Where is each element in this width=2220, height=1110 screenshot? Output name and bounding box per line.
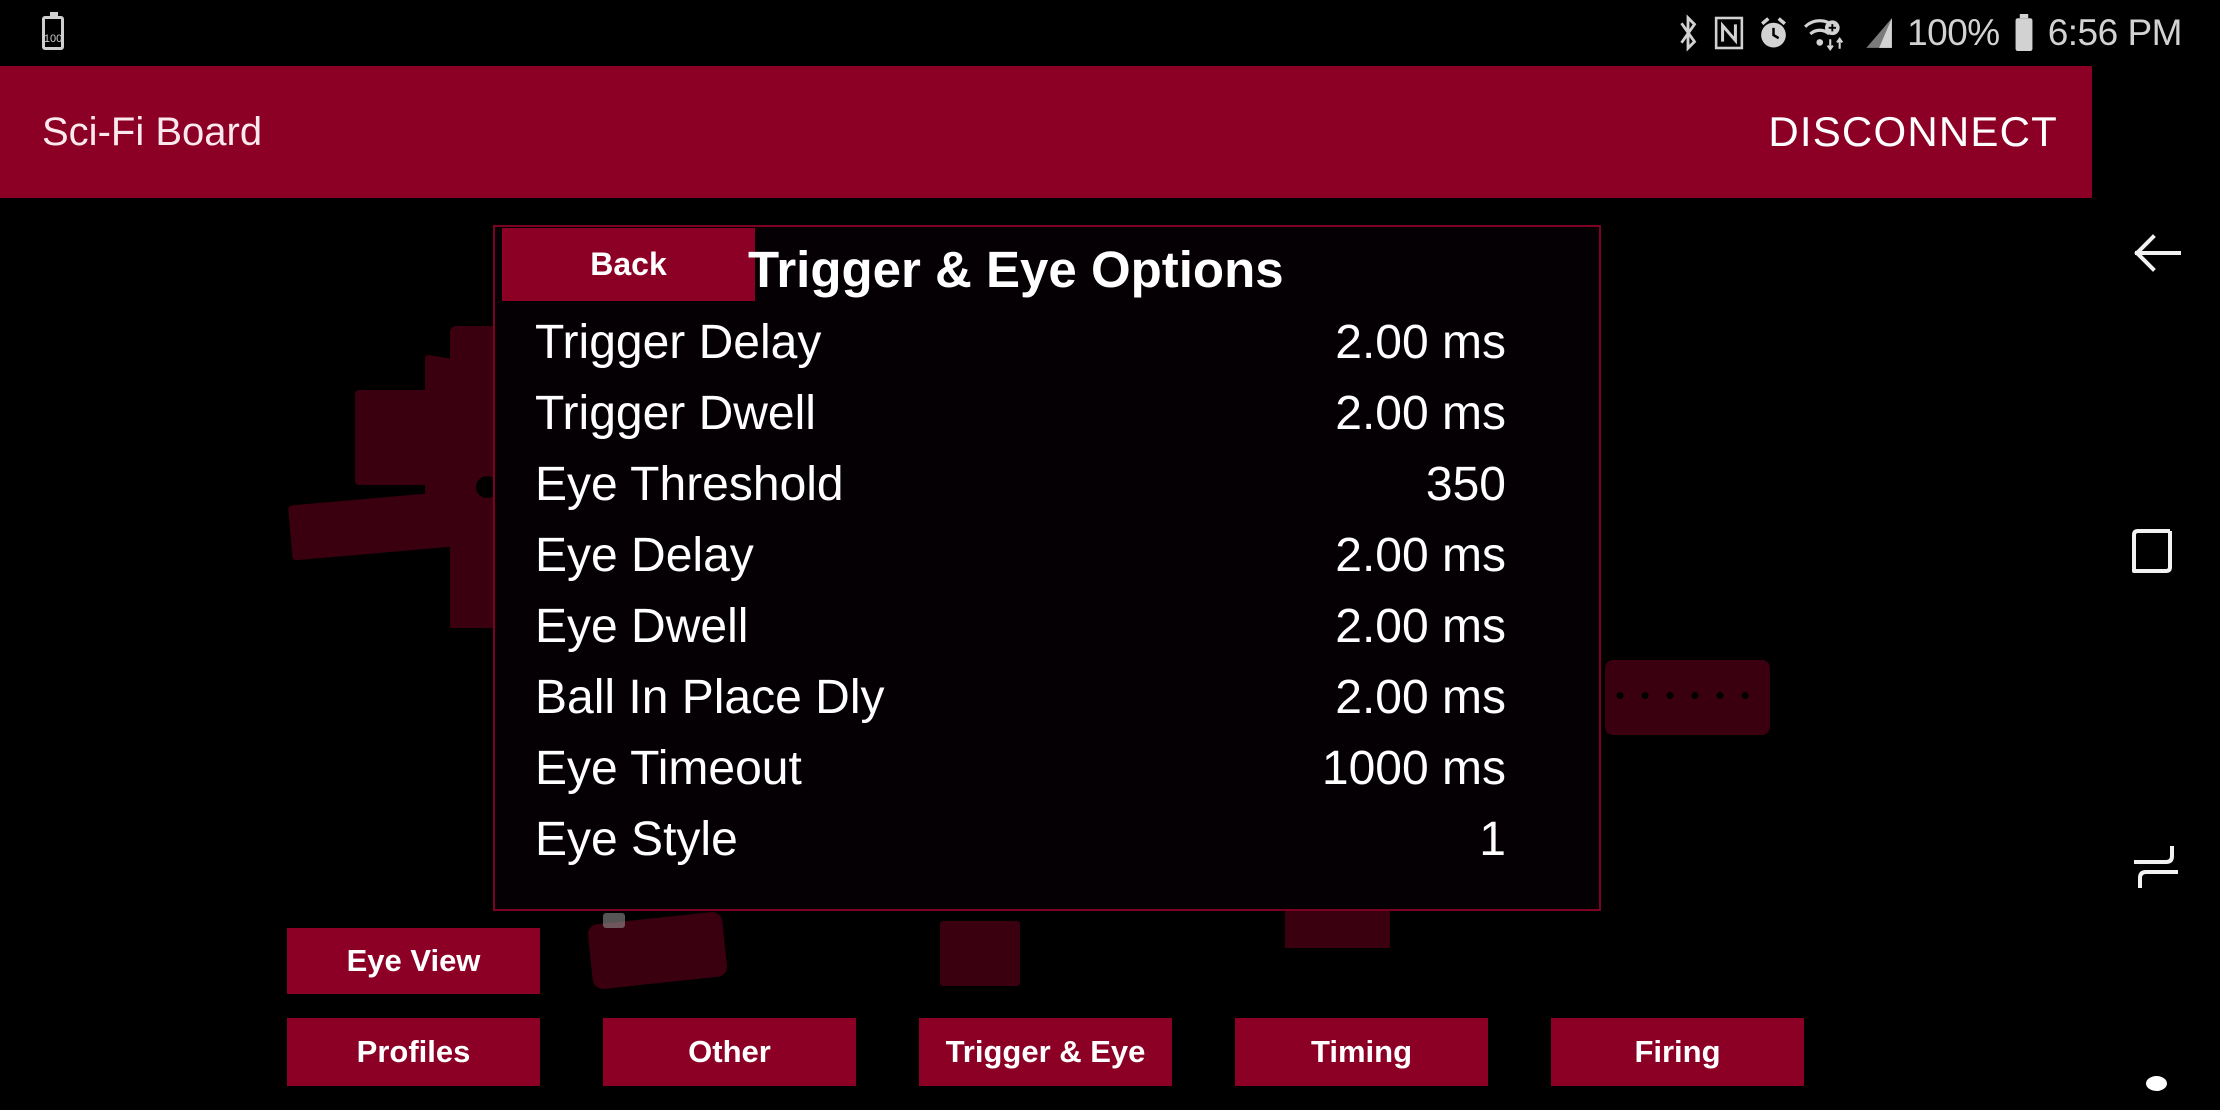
setting-label: Eye Dwell — [535, 600, 749, 653]
eye-view-button[interactable]: Eye View — [287, 928, 540, 994]
setting-label: Eye Style — [535, 813, 738, 866]
app-bar: Sci-Fi Board DISCONNECT — [0, 66, 2092, 198]
tab-trigger-and-eye[interactable]: Trigger & Eye — [919, 1018, 1172, 1086]
nav-back-button[interactable] — [2092, 198, 2220, 308]
setting-row-eye-threshold[interactable]: Eye Threshold 350 — [495, 449, 1599, 520]
setting-label: Eye Threshold — [535, 458, 844, 511]
bluetooth-icon — [1680, 14, 1697, 52]
battery-full-icon — [2015, 14, 2033, 51]
tab-profiles[interactable]: Profiles — [287, 1018, 540, 1086]
setting-row-eye-style[interactable]: Eye Style 1 — [495, 804, 1599, 875]
playfield-shape — [940, 921, 1020, 986]
playfield-hole-icon — [603, 913, 625, 928]
status-bar: 100 100% 6:56 PM — [0, 0, 2220, 66]
setting-row-trigger-delay[interactable]: Trigger Delay 2.00 ms — [495, 307, 1599, 378]
dialog-title: Trigger & Eye Options — [748, 241, 1284, 298]
setting-row-eye-timeout[interactable]: Eye Timeout 1000 ms — [495, 733, 1599, 804]
alarm-clock-icon — [1761, 17, 1787, 48]
settings-list: Trigger Delay 2.00 ms Trigger Dwell 2.00… — [495, 307, 1599, 875]
nav-recents-button[interactable] — [2092, 498, 2220, 608]
setting-label: Trigger Dwell — [535, 387, 816, 440]
trigger-eye-options-dialog: Back Trigger & Eye Options Trigger Delay… — [493, 225, 1601, 911]
rounded-square-icon — [2132, 529, 2172, 573]
arrow-left-icon — [2134, 234, 2181, 272]
setting-row-trigger-dwell[interactable]: Trigger Dwell 2.00 ms — [495, 378, 1599, 449]
setting-label: Eye Delay — [535, 529, 754, 582]
setting-value[interactable]: 2.00 ms — [1335, 599, 1506, 654]
setting-label: Eye Timeout — [535, 742, 802, 795]
battery-saver-label: 100 — [43, 33, 63, 45]
setting-row-ball-in-place-dly[interactable]: Ball In Place Dly 2.00 ms — [495, 662, 1599, 733]
setting-label: Ball In Place Dly — [535, 671, 885, 724]
setting-value[interactable]: 2.00 ms — [1335, 528, 1506, 583]
battery-percent-label: 100% — [1907, 12, 2000, 53]
nav-split-screen-button[interactable] — [2092, 813, 2220, 923]
disconnect-button[interactable]: DISCONNECT — [1768, 108, 2092, 156]
setting-value[interactable]: 2.00 ms — [1335, 386, 1506, 441]
phone-screen: 100 100% 6:56 PM Sci-Fi Board DISCONNECT… — [0, 0, 2220, 1110]
playfield-target-dots — [1612, 692, 1762, 699]
tab-firing[interactable]: Firing — [1551, 1018, 1804, 1086]
nfc-icon — [1714, 16, 1744, 50]
back-button[interactable]: Back — [502, 228, 755, 301]
app-title: Sci-Fi Board — [42, 109, 263, 154]
tab-other[interactable]: Other — [603, 1018, 856, 1086]
setting-value[interactable]: 1000 ms — [1322, 741, 1506, 796]
setting-value[interactable]: 1 — [1479, 812, 1506, 867]
system-navigation-bar — [2092, 198, 2220, 1110]
setting-row-eye-dwell[interactable]: Eye Dwell 2.00 ms — [495, 591, 1599, 662]
cell-signal-icon — [1866, 18, 1892, 48]
tab-timing[interactable]: Timing — [1235, 1018, 1488, 1086]
dot-indicator-icon — [2145, 1075, 2167, 1091]
setting-value[interactable]: 2.00 ms — [1335, 315, 1506, 370]
setting-label: Trigger Delay — [535, 316, 822, 369]
battery-saver-icon: 100 — [42, 12, 64, 50]
playfield-shape — [287, 490, 468, 561]
status-bar-right: 100% 6:56 PM — [1675, 12, 2220, 54]
split-screen-icon — [2134, 846, 2178, 888]
clock-label: 6:56 PM — [2047, 12, 2183, 53]
setting-value[interactable]: 2.00 ms — [1335, 670, 1506, 725]
wifi-transfer-icon — [1804, 19, 1844, 52]
nav-dot-indicator[interactable] — [2092, 1028, 2220, 1110]
setting-row-eye-delay[interactable]: Eye Delay 2.00 ms — [495, 520, 1599, 591]
setting-value[interactable]: 350 — [1426, 457, 1506, 512]
status-bar-left: 100 — [0, 12, 64, 50]
